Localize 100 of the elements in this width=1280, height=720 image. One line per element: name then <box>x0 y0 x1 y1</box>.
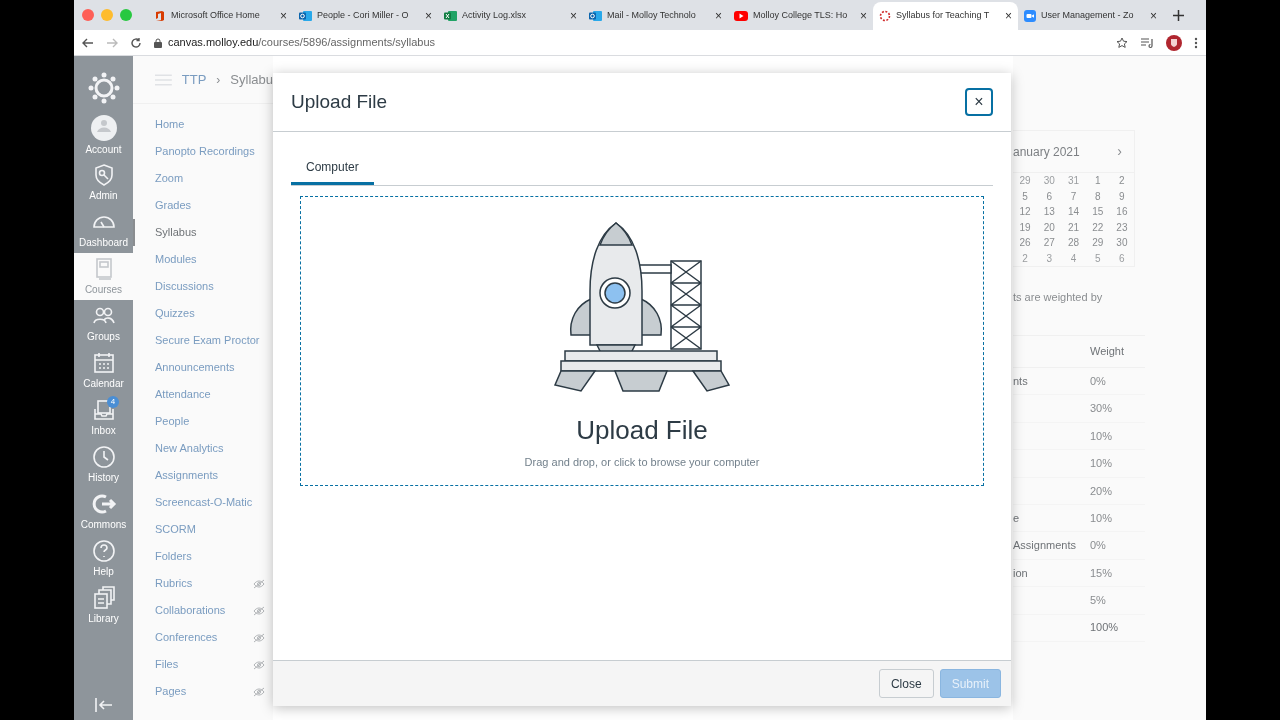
calendar-day[interactable]: 30 <box>1037 173 1062 189</box>
global-nav-item[interactable]: Account <box>74 112 133 159</box>
global-nav-item[interactable]: Admin <box>74 159 133 206</box>
cancel-button[interactable]: Close <box>878 669 934 698</box>
new-tab-icon[interactable] <box>1173 9 1184 21</box>
close-tab-icon[interactable]: × <box>280 10 287 22</box>
table-cell-text: 10% <box>1090 510 1113 526</box>
course-nav-link[interactable]: Files <box>133 651 273 678</box>
course-nav-link[interactable]: People <box>133 408 273 435</box>
calendar-day[interactable]: 13 <box>1037 204 1062 220</box>
media-queue-icon[interactable] <box>1140 36 1154 49</box>
calendar-day[interactable]: 29 <box>1013 173 1038 189</box>
close-button[interactable]: × <box>965 88 993 116</box>
calendar-day[interactable]: 14 <box>1061 204 1086 220</box>
global-nav-item[interactable]: Dashboard <box>74 206 133 253</box>
course-nav-link[interactable]: Discussions <box>133 273 273 300</box>
calendar-day[interactable]: 2 <box>1013 250 1038 266</box>
calendar-day[interactable]: 6 <box>1037 188 1062 204</box>
calendar-day[interactable]: 30 <box>1109 235 1134 251</box>
canvas-logo-icon[interactable] <box>87 72 120 104</box>
calendar-day[interactable]: 28 <box>1061 235 1086 251</box>
close-tab-icon[interactable]: × <box>715 10 722 22</box>
global-nav-item[interactable]: Help <box>74 535 133 582</box>
close-tab-icon[interactable]: × <box>860 10 867 22</box>
address-field[interactable]: canvas.molloy.edu/courses/5896/assignments/syllabus <box>154 34 1104 51</box>
next-month-icon[interactable]: › <box>1117 141 1122 162</box>
calendar-day[interactable]: 20 <box>1037 219 1062 235</box>
course-nav-link[interactable]: Screencast-O-Matic <box>133 489 273 516</box>
calendar-day[interactable]: 2 <box>1109 173 1134 189</box>
calendar-day[interactable]: 9 <box>1109 188 1134 204</box>
back-arrow-icon[interactable] <box>82 36 94 49</box>
global-nav-item[interactable]: History <box>74 441 133 488</box>
calendar-day[interactable]: 19 <box>1013 219 1038 235</box>
global-nav-item[interactable]: Courses <box>74 253 133 300</box>
course-nav-link[interactable]: Rubrics <box>133 570 273 597</box>
canvas-logo-icon <box>879 10 891 22</box>
course-nav-link[interactable]: Grades <box>133 192 273 219</box>
calendar-day[interactable]: 6 <box>1109 250 1134 266</box>
global-nav-item[interactable]: Calendar <box>74 347 133 394</box>
course-nav-link[interactable]: Folders <box>133 543 273 570</box>
browser-tab[interactable]: Molloy College TLS: Ho × <box>728 2 873 30</box>
profile-avatar-icon[interactable] <box>1166 34 1182 51</box>
global-nav-item[interactable]: Commons <box>74 488 133 535</box>
calendar-day[interactable]: 21 <box>1061 219 1086 235</box>
close-window-icon[interactable] <box>82 9 94 21</box>
calendar-day[interactable]: 27 <box>1037 235 1062 251</box>
course-nav-link[interactable]: New Analytics <box>133 435 273 462</box>
close-tab-icon[interactable]: × <box>425 10 432 22</box>
close-tab-icon[interactable]: × <box>570 10 577 22</box>
calendar-day[interactable]: 12 <box>1013 204 1038 220</box>
table-cell: nts <box>1013 374 1028 387</box>
course-nav-link[interactable]: Zoom <box>133 165 273 192</box>
course-nav-link[interactable]: Secure Exam Proctor <box>133 327 273 354</box>
calendar-day[interactable]: 7 <box>1061 188 1086 204</box>
file-drop-zone[interactable]: Upload File Drag and drop, or click to browse your computer <box>300 196 984 486</box>
calendar-day[interactable]: 5 <box>1013 188 1038 204</box>
browser-tab[interactable]: Syllabus for Teaching T × <box>873 2 1018 30</box>
calendar-day[interactable]: 22 <box>1085 219 1110 235</box>
forward-arrow-icon[interactable] <box>106 36 118 49</box>
course-nav-link[interactable]: Announcements <box>133 354 273 381</box>
course-nav-link[interactable]: Conferences <box>133 624 273 651</box>
global-nav-item[interactable]: Inbox 4 <box>74 394 133 441</box>
calendar-day[interactable]: 29 <box>1085 235 1110 251</box>
browser-tab[interactable]: User Management - Zo × <box>1018 2 1163 30</box>
course-nav-link[interactable]: Modules <box>133 246 273 273</box>
course-nav-link[interactable]: Assignments <box>133 462 273 489</box>
course-nav-link[interactable]: Pages <box>133 678 273 705</box>
more-menu-icon[interactable] <box>1194 36 1198 49</box>
course-nav-link[interactable]: Quizzes <box>133 300 273 327</box>
calendar-day[interactable]: 5 <box>1085 250 1110 266</box>
dialog-title: Upload File <box>291 89 388 114</box>
browser-tab[interactable]: Mail - Molloy Technolo × <box>583 2 728 30</box>
calendar-day[interactable]: 15 <box>1085 204 1110 220</box>
browser-tab[interactable]: Activity Log.xlsx × <box>438 2 583 30</box>
course-nav-link[interactable]: Panopto Recordings <box>133 138 273 165</box>
reload-icon[interactable] <box>130 36 142 49</box>
calendar-day[interactable]: 3 <box>1037 250 1062 266</box>
close-tab-icon[interactable]: × <box>1005 10 1012 22</box>
calendar-day[interactable]: 8 <box>1085 188 1110 204</box>
tab-title: People - Cori Miller - O <box>317 9 410 23</box>
star-icon[interactable] <box>1116 36 1128 49</box>
browser-tab[interactable]: People - Cori Miller - O × <box>293 2 438 30</box>
course-nav-link[interactable]: Attendance <box>133 381 273 408</box>
breadcrumb-link[interactable]: TTP <box>181 69 207 90</box>
course-nav-link[interactable]: Home <box>133 111 273 138</box>
collapse-icon[interactable] <box>94 698 113 712</box>
close-tab-icon[interactable]: × <box>1150 10 1157 22</box>
course-nav-link[interactable]: SCORM <box>133 516 273 543</box>
calendar-day[interactable]: 4 <box>1061 250 1086 266</box>
global-nav-item[interactable]: Library <box>74 582 133 629</box>
calendar-day[interactable]: 26 <box>1013 235 1038 251</box>
calendar-day[interactable]: 1 <box>1085 173 1110 189</box>
course-nav-link[interactable]: Collaborations <box>133 597 273 624</box>
table-cell-text: 10% <box>1090 428 1113 444</box>
global-nav-item[interactable]: Groups <box>74 300 133 347</box>
dialog-tab[interactable]: Computer <box>291 158 374 185</box>
calendar-day[interactable]: 16 <box>1109 204 1134 220</box>
calendar-day[interactable]: 31 <box>1061 173 1086 189</box>
calendar-day[interactable]: 23 <box>1109 219 1134 235</box>
browser-tab[interactable]: Microsoft Office Home × <box>148 2 293 30</box>
